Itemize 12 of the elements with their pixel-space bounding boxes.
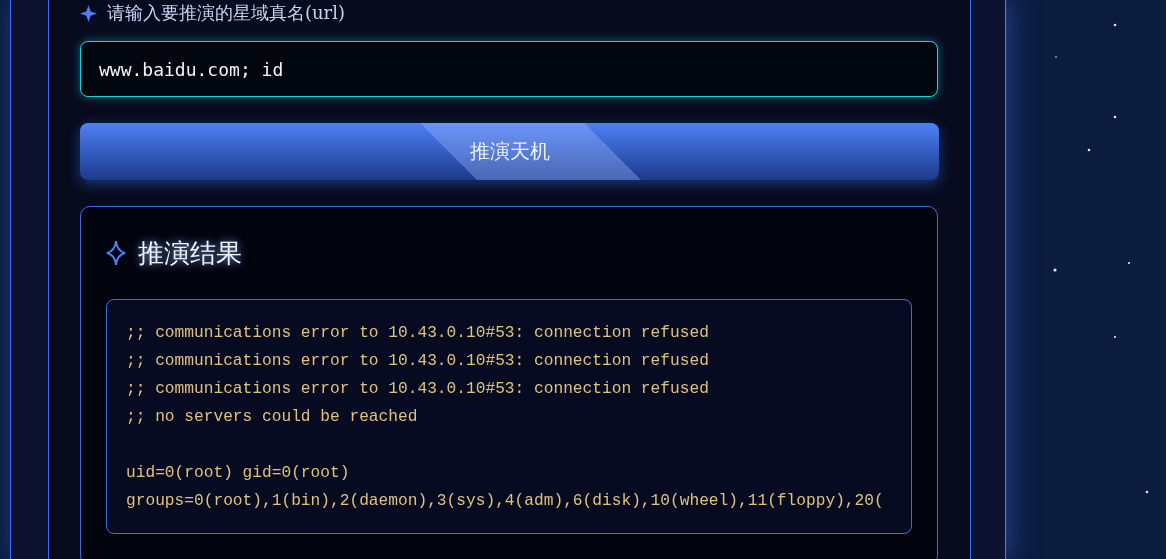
output-line: ;; no servers could be reached: [126, 408, 418, 426]
result-title: 推演结果: [138, 236, 242, 270]
output-line: ;; communications error to 10.43.0.10#53: connection refused: [126, 324, 709, 342]
submit-button[interactable]: 推演天机: [80, 123, 939, 180]
sparkle-icon: [80, 4, 97, 22]
output-line: ;; communications error to 10.43.0.10#53: connection refused: [126, 380, 709, 398]
sparkle-icon: [106, 240, 126, 266]
output-line: uid=0(root) gid=0(root): [126, 464, 350, 482]
url-input-field[interactable]: www.baidu.com; id: [80, 41, 938, 97]
output-line: groups=0(root),1(bin),2(daemon),3(sys),4(adm),6(disk),10(wheel),11(floppy),20(: [126, 492, 884, 510]
output-line: ;; communications error to 10.43.0.10#53: connection refused: [126, 352, 709, 370]
field-label: 请输入要推演的星域真名(url): [107, 1, 345, 25]
